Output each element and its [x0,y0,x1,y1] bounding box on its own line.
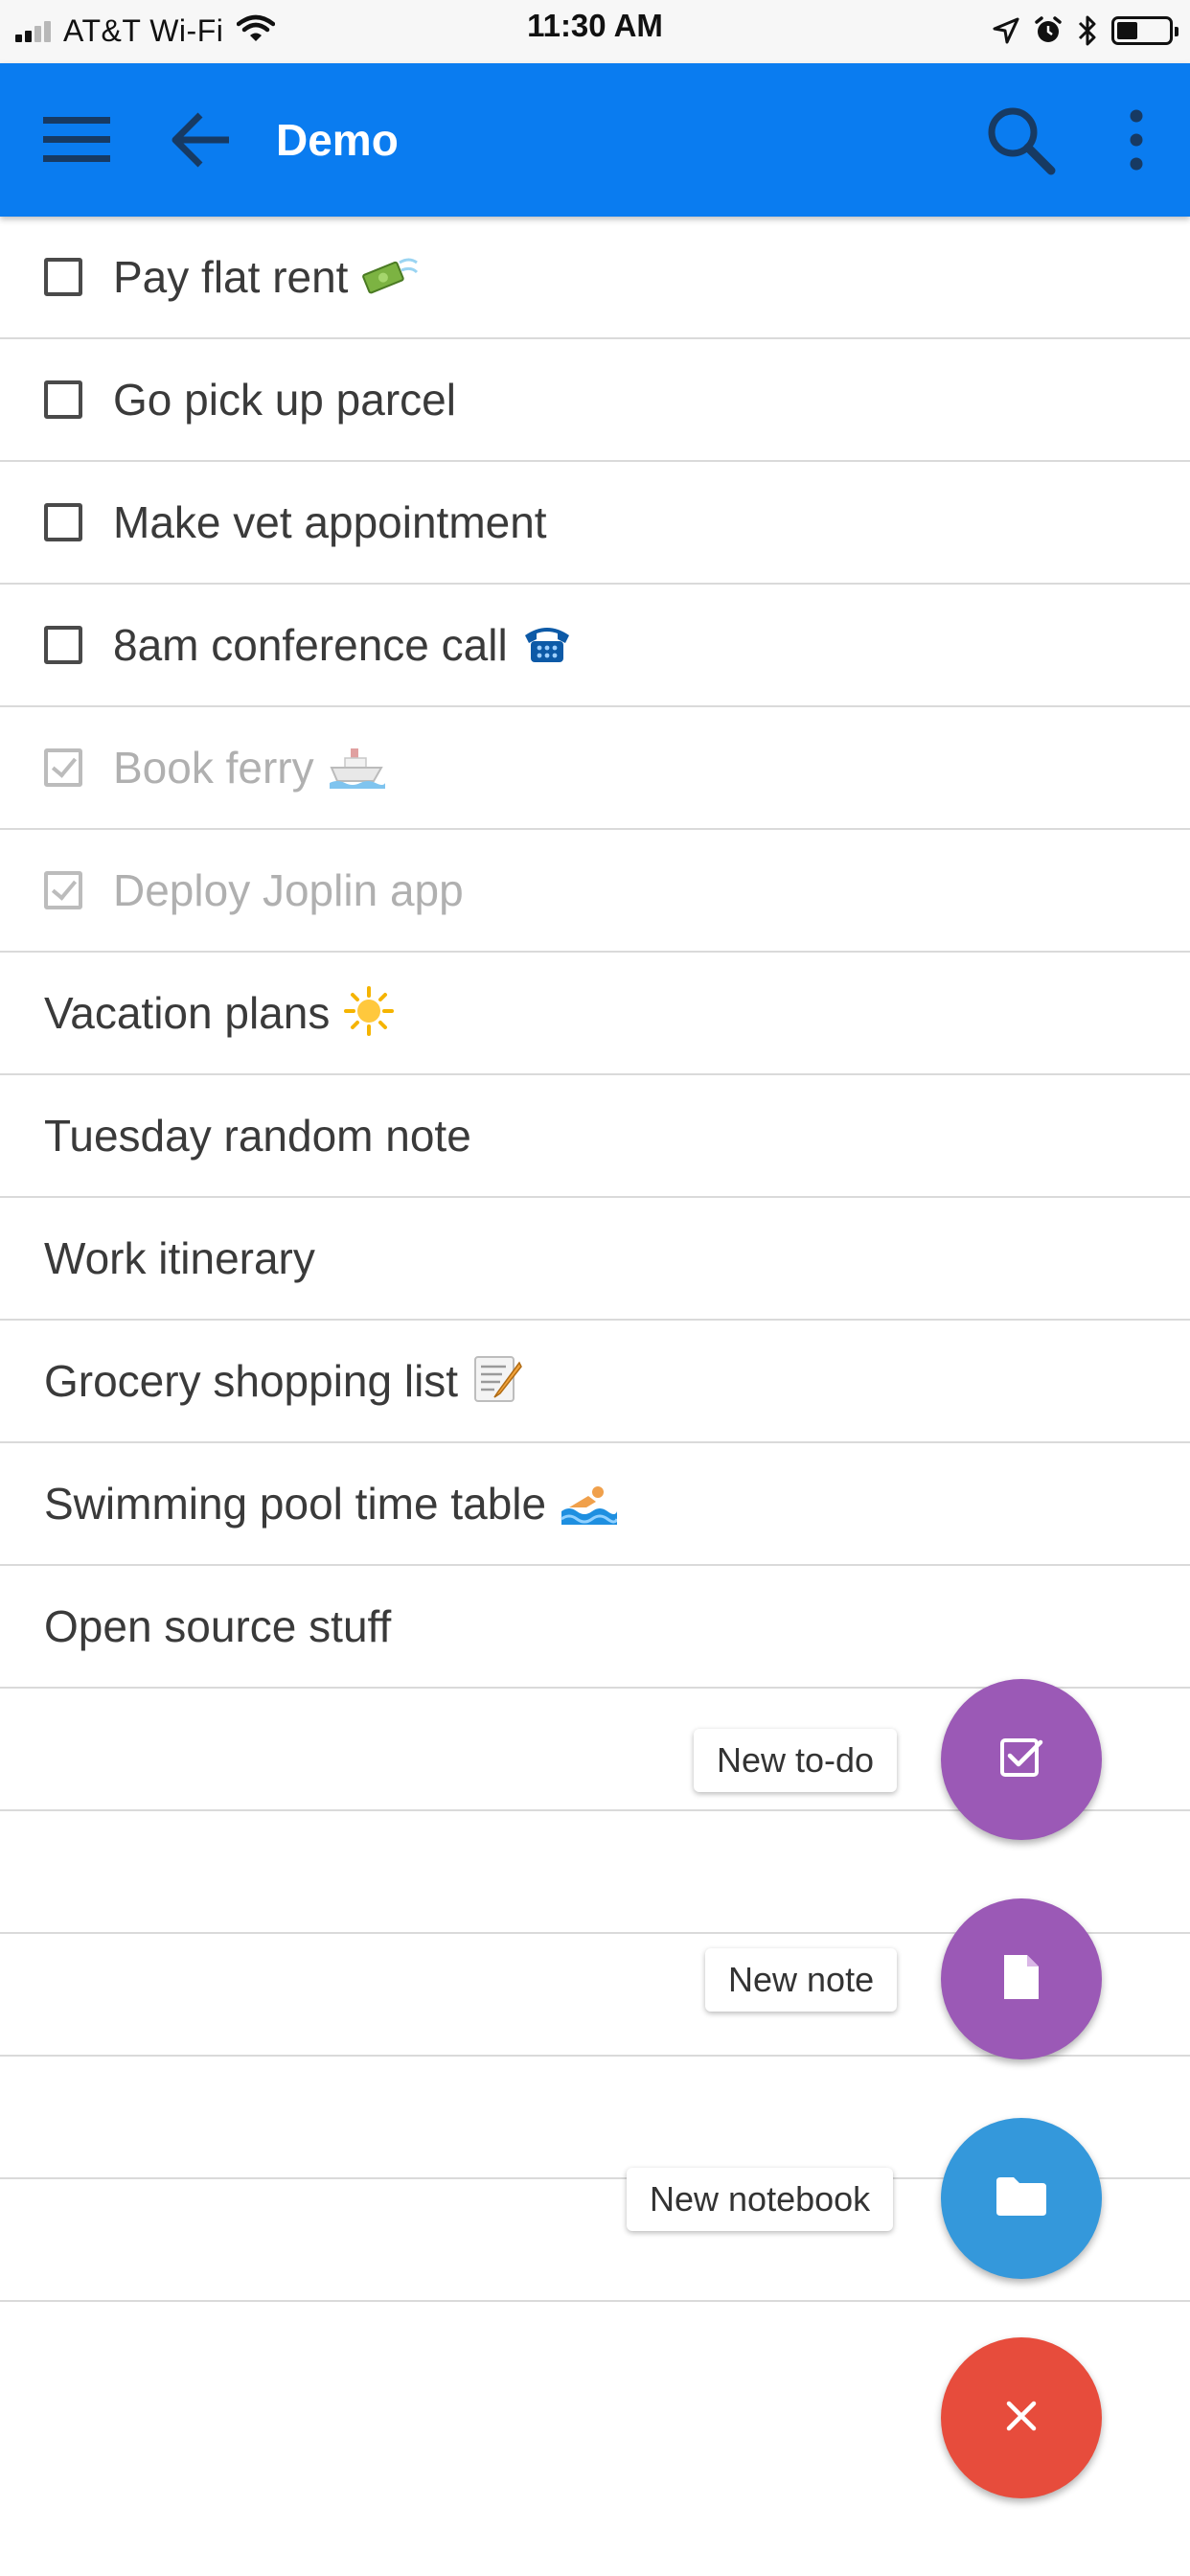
folder-icon [995,2175,1048,2222]
note-title: Pay flat rent [113,252,349,302]
note-title: Deploy Joplin app [113,865,464,915]
close-icon [1005,2400,1038,2437]
search-icon[interactable] [968,63,1073,217]
app-bar: Demo [0,63,1190,217]
note-title: Vacation plans [44,988,331,1038]
status-bar: AT&T Wi-Fi 11:30 AM [0,0,1190,63]
battery-icon [1111,16,1179,45]
note-item-grocery-shopping-list[interactable]: Grocery shopping list [0,1321,1190,1443]
note-title: Go pick up parcel [113,375,456,425]
swimmer-emoji-icon [560,1479,619,1530]
todo-checkbox-checked[interactable] [44,748,82,787]
note-item-vacation-plans[interactable]: Vacation plans [0,953,1190,1075]
todo-checkbox[interactable] [44,258,82,296]
todo-item-book-ferry[interactable]: Book ferry [0,707,1190,830]
menu-icon[interactable] [21,63,132,217]
note-title: Book ferry [113,743,314,793]
note-title: Work itinerary [44,1233,315,1283]
new-todo-button[interactable] [941,1679,1102,1840]
bluetooth-icon [1077,14,1098,47]
new-note-label[interactable]: New note [705,1948,898,2012]
todo-checkbox[interactable] [44,503,82,541]
note-title: 8am conference call [113,620,508,670]
status-right [979,10,1179,52]
note-item-tuesday-random-note[interactable]: Tuesday random note [0,1075,1190,1198]
new-todo-label[interactable]: New to-do [694,1729,898,1792]
checkbox-icon [998,1735,1044,1785]
page-title: Demo [276,115,399,165]
todo-checkbox-checked[interactable] [44,871,82,909]
todo-checkbox[interactable] [44,380,82,419]
todo-item-deploy-joplin[interactable]: Deploy Joplin app [0,830,1190,953]
sun-emoji-icon [343,985,395,1042]
todo-item-pick-up-parcel[interactable]: Go pick up parcel [0,339,1190,462]
todo-checkbox[interactable] [44,626,82,664]
note-item-swimming-pool-time-table[interactable]: Swimming pool time table [0,1443,1190,1566]
note-title: Make vet appointment [113,497,547,547]
note-item-open-source-stuff[interactable]: Open source stuff [0,1566,1190,1689]
telephone-emoji-icon [521,620,573,671]
location-arrow-icon [993,17,1019,44]
new-notebook-button[interactable] [941,2118,1102,2279]
note-title: Open source stuff [44,1601,392,1651]
todo-item-vet-appointment[interactable]: Make vet appointment [0,462,1190,585]
money-with-wings-emoji-icon [361,253,419,302]
new-note-button[interactable] [941,1898,1102,2059]
back-arrow-icon[interactable] [153,63,249,217]
todo-item-conference-call[interactable]: 8am conference call [0,585,1190,707]
note-item-work-itinerary[interactable]: Work itinerary [0,1198,1190,1321]
new-notebook-label[interactable]: New notebook [627,2168,894,2231]
ship-emoji-icon [328,743,385,794]
note-title: Swimming pool time table [44,1479,547,1529]
document-icon [1002,1953,1041,2006]
todo-item-pay-flat-rent[interactable]: Pay flat rent [0,217,1190,339]
note-title: Tuesday random note [44,1111,471,1161]
memo-emoji-icon [471,1353,523,1410]
close-fab-button[interactable] [941,2337,1102,2498]
alarm-icon [1033,15,1064,46]
note-title: Grocery shopping list [44,1356,459,1406]
more-vert-icon[interactable] [1098,63,1175,217]
